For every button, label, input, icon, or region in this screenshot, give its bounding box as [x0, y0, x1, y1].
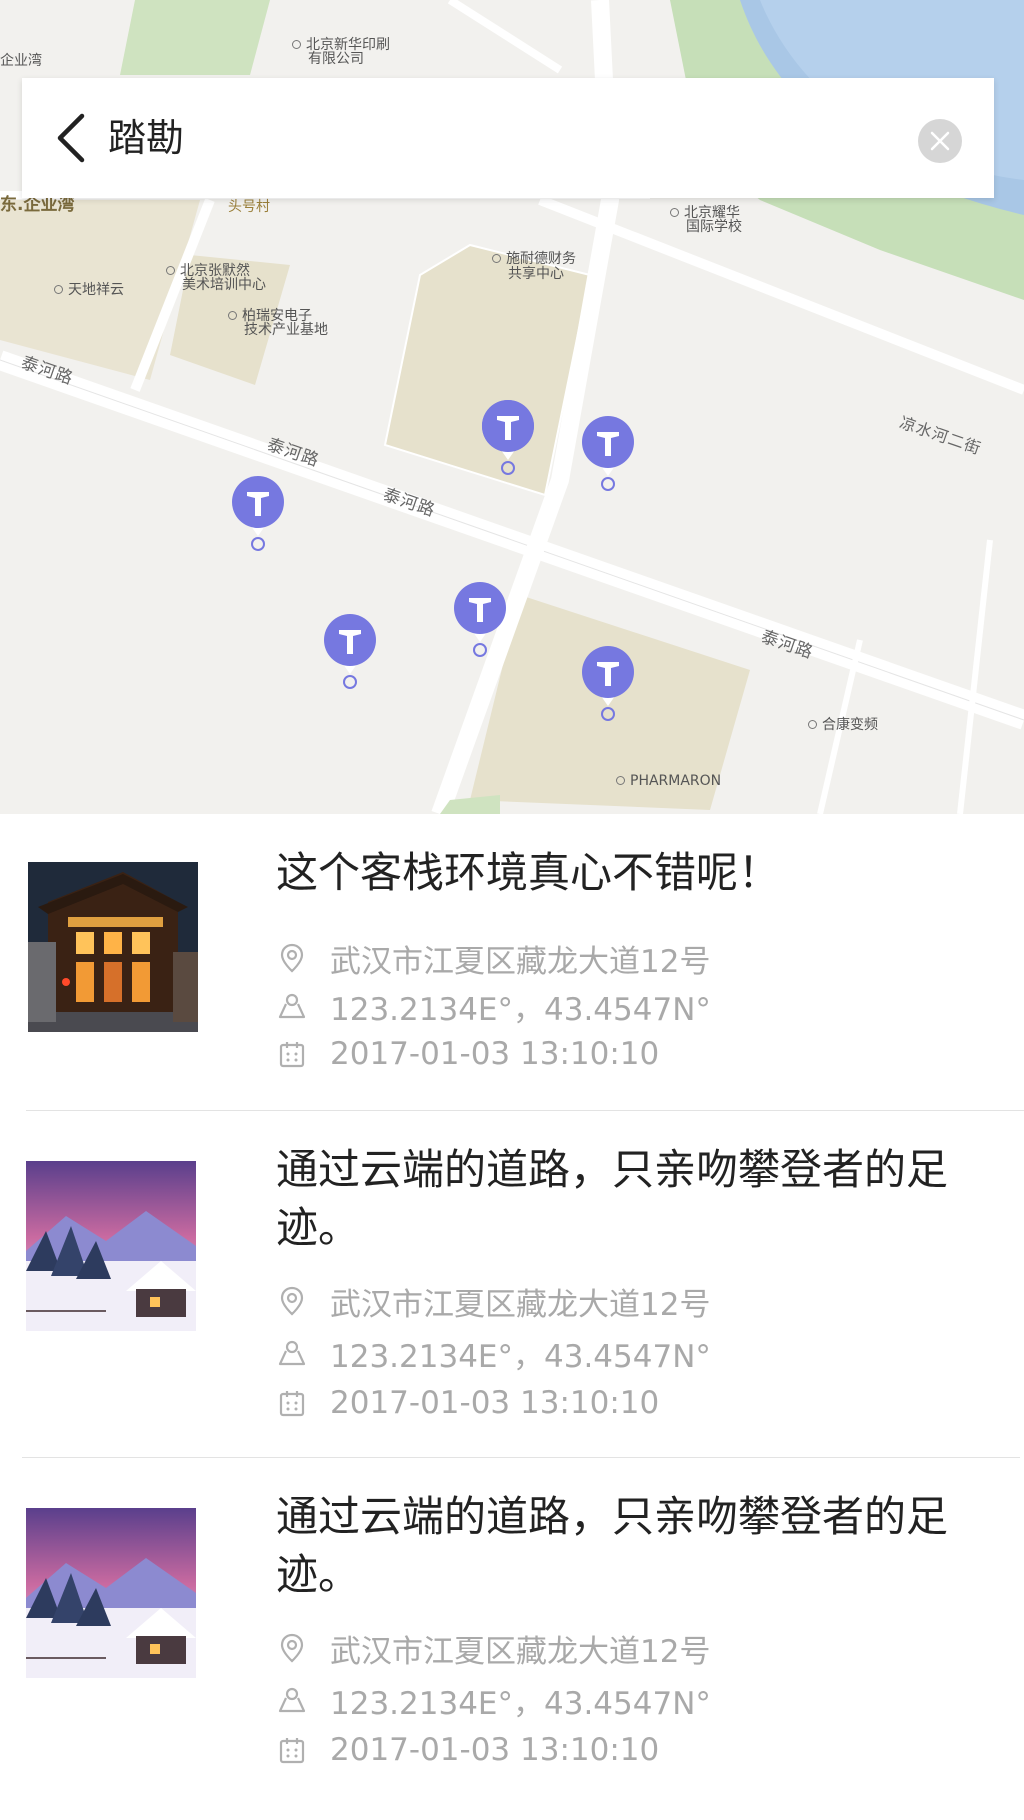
record-address-row: 武汉市江夏区藏龙大道12号	[276, 938, 711, 980]
inn-photo-image	[28, 862, 198, 1032]
survey-pin-marker[interactable]	[580, 644, 636, 724]
coordinates-icon	[276, 1684, 308, 1716]
map-poi-label-line2: 共享中心	[508, 266, 564, 282]
location-pin-icon	[276, 942, 308, 974]
record-datetime-row: 2017-01-03 13:10:10	[276, 1730, 659, 1770]
record-address-row: 武汉市江夏区藏龙大道12号	[276, 1281, 711, 1323]
map-district-label: 东.企业湾	[0, 195, 75, 215]
hammer-pin-icon	[582, 416, 634, 491]
calendar-icon	[276, 1038, 308, 1070]
record-address: 武汉市江夏区藏龙大道12号	[330, 943, 711, 980]
poi-dot-icon	[670, 207, 679, 217]
back-button[interactable]	[42, 106, 106, 170]
record-datetime: 2017-01-03 13:10:10	[330, 1732, 660, 1768]
map-poi-label-line2: 有限公司	[308, 51, 364, 67]
map-poi-label: 天地祥云	[54, 283, 124, 298]
hammer-pin-icon	[324, 614, 376, 689]
poi-dot-icon	[166, 265, 175, 275]
map-poi-label: 施耐德财务	[492, 252, 576, 267]
calendar-icon	[276, 1734, 308, 1766]
map-poi-text: 天地祥云	[68, 282, 124, 298]
survey-pin-marker[interactable]	[322, 612, 378, 692]
record-thumbnail[interactable]	[28, 862, 198, 1032]
record-thumbnail[interactable]	[26, 1508, 196, 1678]
coordinates-icon	[276, 1337, 308, 1369]
search-header-bar: 踏勘	[22, 78, 994, 198]
hammer-pin-icon	[582, 646, 634, 721]
survey-pin-marker[interactable]	[580, 414, 636, 494]
poi-dot-icon	[492, 253, 501, 263]
list-item[interactable]: 通过云端的道路，只亲吻攀登者的足迹。 武汉市江夏区藏龙大道12号 123.213…	[0, 1111, 1024, 1457]
poi-dot-icon	[808, 719, 817, 729]
survey-pin-marker[interactable]	[480, 398, 536, 478]
map-poi-text: 施耐德财务	[506, 251, 576, 267]
map-poi-label: 合康变频	[808, 718, 878, 733]
hammer-pin-icon	[454, 582, 506, 657]
hammer-pin-icon	[232, 476, 284, 551]
record-address: 武汉市江夏区藏龙大道12号	[330, 1633, 711, 1670]
poi-dot-icon	[228, 310, 237, 320]
record-title: 通过云端的道路，只亲吻攀登者的足迹。	[276, 1492, 949, 1599]
poi-dot-icon	[54, 284, 63, 294]
record-datetime: 2017-01-03 13:10:10	[330, 1385, 660, 1421]
survey-pin-marker[interactable]	[452, 580, 508, 660]
record-address-row: 武汉市江夏区藏龙大道12号	[276, 1628, 711, 1670]
map-poi-text: 合康变频	[822, 717, 878, 733]
survey-pin-marker[interactable]	[230, 474, 286, 554]
coordinates-icon	[276, 990, 308, 1022]
location-pin-icon	[276, 1285, 308, 1317]
list-item[interactable]: 通过云端的道路，只亲吻攀登者的足迹。 武汉市江夏区藏龙大道12号 123.213…	[0, 1458, 1024, 1820]
clear-button[interactable]	[918, 119, 962, 163]
record-coords-row: 123.2134E°，43.4547N°	[276, 1680, 711, 1722]
map-label: 企业湾	[0, 53, 42, 69]
calendar-icon	[276, 1387, 308, 1419]
location-pin-icon	[276, 1632, 308, 1664]
record-datetime-row: 2017-01-03 13:10:10	[276, 1383, 659, 1423]
map-village-label: 头号村	[228, 199, 270, 215]
hammer-pin-icon	[481, 400, 534, 475]
record-title: 这个客栈环境真心不错呢！	[276, 848, 781, 897]
close-icon	[930, 131, 950, 151]
chevron-left-icon	[57, 113, 85, 163]
map-poi-label-line2: 国际学校	[686, 219, 742, 235]
record-datetime: 2017-01-03 13:10:10	[330, 1036, 660, 1072]
record-coordinates: 123.2134E°，43.4547N°	[330, 991, 711, 1028]
map-poi-label: PHARMARON	[616, 774, 721, 789]
list-item[interactable]: 这个客栈环境真心不错呢！ 武汉市江夏区藏龙大道12号 123.2134E°，43…	[0, 814, 1024, 1110]
snow-cabin-photo-image	[26, 1508, 196, 1678]
poi-dot-icon	[616, 775, 625, 785]
record-datetime-row: 2017-01-03 13:10:10	[276, 1034, 659, 1074]
map-poi-label-line2: 美术培训中心	[182, 277, 266, 293]
snow-cabin-photo-image	[26, 1161, 196, 1331]
map-poi-text: PHARMARON	[630, 773, 722, 789]
record-coordinates: 123.2134E°，43.4547N°	[330, 1685, 711, 1722]
record-address: 武汉市江夏区藏龙大道12号	[330, 1286, 711, 1323]
record-coords-row: 123.2134E°，43.4547N°	[276, 986, 711, 1028]
map-poi-label-line2: 技术产业基地	[244, 322, 328, 338]
record-coordinates: 123.2134E°，43.4547N°	[330, 1338, 711, 1375]
record-thumbnail[interactable]	[26, 1161, 196, 1331]
record-title: 通过云端的道路，只亲吻攀登者的足迹。	[276, 1145, 949, 1252]
poi-dot-icon	[292, 39, 301, 49]
page-title: 踏勘	[108, 116, 185, 160]
record-coords-row: 123.2134E°，43.4547N°	[276, 1333, 711, 1375]
